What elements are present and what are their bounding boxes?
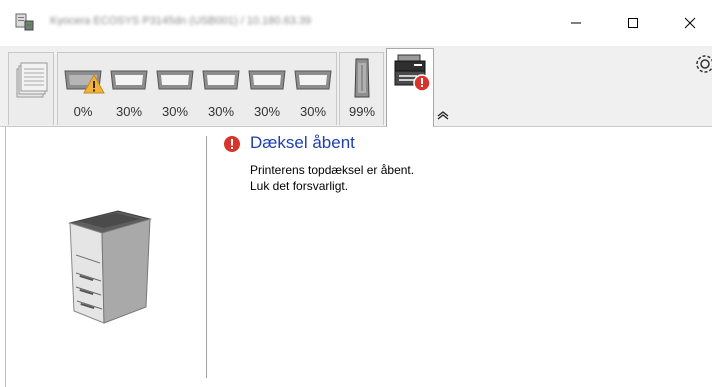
toner-icon: [354, 58, 370, 98]
minimize-icon: [571, 22, 581, 24]
status-title: Dæksel åbent: [250, 133, 355, 152]
tray-6-icon: [294, 70, 332, 90]
tray-3-level: 30%: [161, 104, 189, 119]
tray-2-icon: [110, 70, 148, 90]
maximize-icon: [628, 18, 638, 28]
tray-6-level: 30%: [299, 104, 327, 119]
collapse-button[interactable]: [436, 108, 450, 120]
printer-image: [68, 210, 152, 324]
close-button[interactable]: [667, 0, 712, 46]
tray-5-level: 30%: [253, 104, 281, 119]
gear-icon: [696, 55, 712, 73]
warning-icon: [83, 74, 105, 94]
close-icon: [684, 17, 696, 29]
tab-paper-stack[interactable]: [8, 52, 54, 125]
tray-4-icon: [202, 70, 240, 90]
minimize-button[interactable]: [553, 0, 599, 46]
tray-3-icon: [156, 70, 194, 90]
window-title: Kyocera ECOSYS P3145dn (USB001) / 10.180…: [50, 16, 312, 26]
panel-divider: [206, 136, 207, 378]
error-icon: [224, 136, 240, 152]
maximize-button[interactable]: [610, 0, 656, 46]
tab-printer-status[interactable]: [386, 48, 434, 127]
printer-app-icon: [15, 13, 34, 31]
tray-2-level: 30%: [115, 104, 143, 119]
chevron-up-icon: [437, 111, 449, 120]
paper-stack-icon: [16, 62, 48, 98]
tray-5-icon: [248, 70, 286, 90]
title-bar: Kyocera ECOSYS P3145dn (USB001) / 10.180…: [0, 0, 712, 46]
status-message-line-2: Luk det forsvarligt.: [250, 179, 349, 193]
toner-level: 99%: [348, 104, 376, 119]
tray-warning-level: 0%: [73, 104, 93, 119]
tray-4-level: 30%: [207, 104, 235, 119]
status-message-line-1: Printerens topdæksel er åbent.: [250, 163, 415, 177]
settings-button[interactable]: [692, 52, 712, 76]
panel-left-border: [5, 127, 6, 387]
printer-error-icon: [394, 54, 431, 92]
